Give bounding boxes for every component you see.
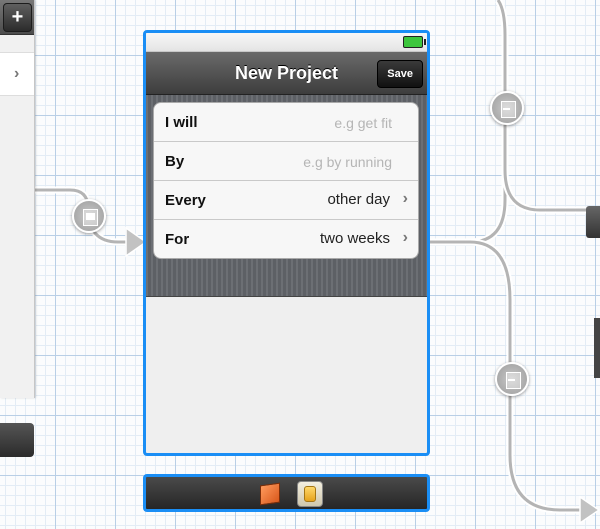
- row-label: For: [165, 231, 190, 248]
- right-scene-navbar: [586, 206, 600, 238]
- save-button[interactable]: Save: [377, 60, 423, 88]
- add-button[interactable]: +: [3, 3, 32, 32]
- files-owner-icon[interactable]: [297, 481, 323, 507]
- row-by[interactable]: By e.g by running: [154, 142, 418, 181]
- segue-arrowhead-right: [579, 495, 600, 525]
- chevron-right-icon: ›: [402, 229, 408, 246]
- push-segue-icon[interactable]: [495, 362, 529, 396]
- row-every[interactable]: Every other day ›: [154, 181, 418, 220]
- status-bar: [146, 33, 427, 52]
- left-scene[interactable]: + ›: [0, 0, 35, 398]
- left-scene-dock: [0, 423, 34, 457]
- row-label: I will: [165, 114, 198, 131]
- first-responder-cube-icon[interactable]: [260, 482, 280, 506]
- push-segue-icon[interactable]: [490, 91, 524, 125]
- battery-icon: [403, 36, 426, 48]
- chevron-right-icon: ›: [14, 65, 20, 82]
- scene-dock[interactable]: [143, 474, 430, 512]
- modal-segue-icon[interactable]: [72, 199, 106, 233]
- chevron-right-icon: ›: [402, 190, 408, 207]
- new-project-scene[interactable]: New Project Save I will e.g get fit By e…: [143, 30, 430, 456]
- duration-value: two weeks: [319, 230, 390, 247]
- right-scene-edge: [594, 318, 600, 378]
- row-i-will[interactable]: I will e.g get fit: [154, 103, 418, 142]
- left-table-cell[interactable]: ›: [0, 52, 34, 96]
- page-title: New Project: [234, 63, 339, 83]
- segue-line-out: [430, 0, 509, 246]
- frequency-value: other day: [327, 191, 390, 208]
- row-label: By: [165, 153, 185, 170]
- method-field[interactable]: e.g by running: [303, 154, 392, 170]
- goal-field[interactable]: e.g get fit: [334, 115, 392, 131]
- row-label: Every: [165, 192, 206, 209]
- left-navbar: +: [0, 0, 34, 35]
- table-view: I will e.g get fit By e.g by running Eve…: [146, 95, 427, 297]
- navigation-bar: New Project Save: [146, 52, 427, 95]
- row-for[interactable]: For two weeks ›: [154, 220, 418, 258]
- form-table-group: I will e.g get fit By e.g by running Eve…: [153, 102, 419, 259]
